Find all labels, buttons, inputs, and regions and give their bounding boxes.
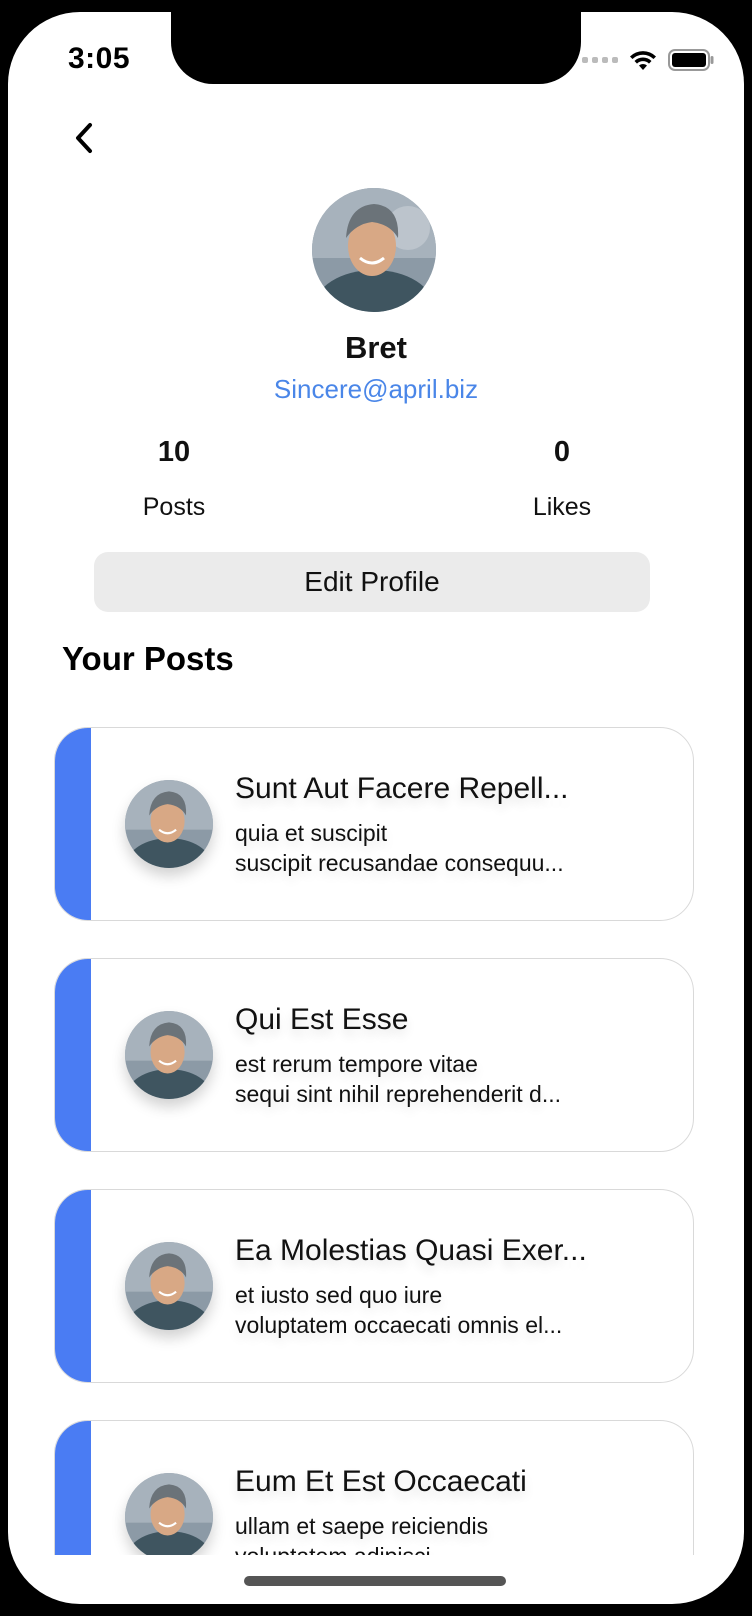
post-card[interactable]: Eum Et Est Occaecati ullam et saepe reic… (54, 1420, 694, 1555)
post-body: et iusto sed quo iure voluptatem occaeca… (235, 1282, 563, 1338)
post-accent (55, 959, 91, 1151)
post-card[interactable]: Qui Est Esse est rerum tempore vitae seq… (54, 958, 694, 1152)
post-title: Qui Est Esse (235, 1003, 409, 1036)
post-avatar (125, 780, 213, 868)
post-body: est rerum tempore vitae sequi sint nihil… (235, 1051, 562, 1107)
post-avatar (125, 1011, 213, 1099)
likes-count: 0 (553, 436, 571, 468)
status-icons (582, 48, 714, 72)
screen: 3:05 Bret Sincere@april.biz 10 Posts 0 L… (8, 12, 744, 1604)
post-avatar (125, 1473, 213, 1555)
likes-label: Likes (532, 493, 592, 521)
profile-avatar (312, 188, 436, 312)
post-accent (55, 1190, 91, 1382)
post-avatar (125, 1242, 213, 1330)
stat-likes: 0 Likes (482, 436, 642, 522)
section-title: Your Posts (62, 640, 234, 677)
posts-count: 10 (157, 436, 191, 468)
wifi-icon (630, 51, 656, 70)
battery-icon (668, 49, 714, 71)
post-body: ullam et saepe reiciendis voluptatem adi… (235, 1513, 489, 1555)
post-accent (55, 1421, 91, 1555)
post-body: quia et suscipit suscipit recusandae con… (235, 820, 564, 876)
posts-label: Posts (142, 493, 206, 521)
stat-posts: 10 Posts (94, 436, 254, 522)
profile-name: Bret (344, 330, 407, 365)
status-time: 3:05 (68, 42, 131, 75)
notch (171, 12, 581, 84)
edit-profile-button[interactable]: Edit Profile (94, 552, 650, 612)
back-button[interactable] (62, 116, 106, 160)
post-card[interactable]: Sunt Aut Facere Repell... quia et suscip… (54, 727, 694, 921)
chevron-left-icon (76, 123, 92, 153)
profile-email[interactable]: Sincere@april.biz (8, 374, 744, 405)
post-accent (55, 728, 91, 920)
post-title: Eum Et Est Occaecati (235, 1465, 527, 1498)
posts-list[interactable]: Sunt Aut Facere Repell... quia et suscip… (54, 727, 694, 1555)
post-title: Sunt Aut Facere Repell... (235, 772, 569, 805)
home-indicator (244, 1576, 506, 1586)
post-card[interactable]: Ea Molestias Quasi Exer... et iusto sed … (54, 1189, 694, 1383)
device-frame: 3:05 Bret Sincere@april.biz 10 Posts 0 L… (0, 0, 752, 1616)
post-title: Ea Molestias Quasi Exer... (235, 1234, 587, 1267)
signal-icon (582, 57, 618, 63)
